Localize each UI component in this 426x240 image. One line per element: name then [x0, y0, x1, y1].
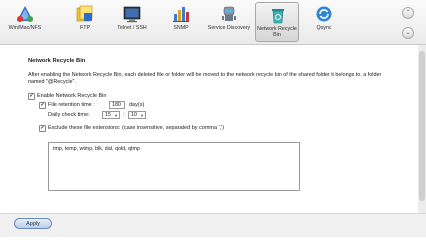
- tab-label: FTP: [79, 25, 90, 31]
- tab-win-mac-nfs[interactable]: Win/Mac/NFS: [3, 2, 47, 42]
- vertical-scrollbar[interactable]: [418, 45, 426, 213]
- enable-recycle-bin-label: Enable Network Recycle Bin: [37, 93, 107, 99]
- apply-button[interactable]: Apply: [14, 218, 52, 229]
- section-title: Network Recycle Bin: [28, 58, 86, 64]
- file-retention-label: File retention time :: [48, 102, 95, 108]
- chevron-down-icon: ⌄: [405, 30, 411, 36]
- description-text: After enabling the Network Recycle Bin, …: [28, 72, 382, 85]
- file-retention-checkbox[interactable]: ✓: [39, 102, 46, 109]
- ftp-folder-icon: [76, 5, 93, 22]
- daily-check-label: Daily check time:: [48, 112, 90, 118]
- checkmark-icon: ✓: [29, 93, 34, 99]
- network-services-icon: [17, 6, 33, 22]
- toolbar: Win/Mac/NFS FTP Telnet / SSH SNMP Servic…: [0, 0, 426, 45]
- checkmark-icon: ✓: [40, 125, 45, 131]
- tab-label: Network Recycle Bin: [257, 26, 297, 39]
- dropdown-arrow-icon: ▼: [114, 113, 118, 118]
- footer-bar: Apply: [0, 213, 426, 237]
- check-minute-value: 10: [131, 112, 137, 118]
- check-minute-select[interactable]: 10 ▼: [128, 111, 146, 119]
- extensions-textarea[interactable]: tmp, temp, wtmp, blk, dat, qold, qtmp: [48, 142, 300, 191]
- tab-label: Qsync: [316, 25, 332, 31]
- tab-network-recycle-bin[interactable]: Network Recycle Bin: [255, 2, 299, 42]
- tab-label: Telnet / SSH: [117, 25, 147, 31]
- recycle-bin-icon: [272, 9, 284, 24]
- tab-qsync[interactable]: Qsync: [302, 2, 346, 42]
- service-discovery-robot-icon: [222, 6, 236, 21]
- tab-service-discovery[interactable]: Service Discovery: [207, 2, 251, 42]
- tab-snmp[interactable]: SNMP: [159, 2, 203, 42]
- retention-unit-label: day(s): [129, 102, 145, 108]
- toolbar-scroll-up-button[interactable]: ⌃: [402, 7, 414, 19]
- tab-label: SNMP: [173, 25, 189, 31]
- qsync-icon: [316, 6, 332, 22]
- scrollbar-thumb[interactable]: [419, 51, 425, 201]
- tab-ftp[interactable]: FTP: [63, 2, 107, 42]
- toolbar-scroll-down-button[interactable]: ⌄: [402, 27, 414, 39]
- terminal-icon: [123, 6, 141, 23]
- dropdown-arrow-icon: ▼: [140, 113, 144, 118]
- tab-label: Service Discovery: [207, 25, 251, 31]
- check-hour-value: 15: [105, 112, 111, 118]
- time-separator: :: [123, 112, 125, 118]
- tab-telnet-ssh[interactable]: Telnet / SSH: [110, 2, 154, 42]
- checkmark-icon: ✓: [40, 102, 45, 108]
- check-hour-select[interactable]: 15 ▼: [102, 111, 120, 119]
- retention-days-input[interactable]: 180: [109, 101, 125, 109]
- snmp-chart-icon: [173, 7, 189, 22]
- exclude-extensions-label: Exclude these file extensions: (case ins…: [48, 125, 225, 131]
- enable-recycle-bin-checkbox[interactable]: ✓: [28, 93, 35, 100]
- exclude-extensions-checkbox[interactable]: ✓: [39, 125, 46, 132]
- tab-label: Win/Mac/NFS: [8, 25, 42, 31]
- chevron-up-icon: ⌃: [405, 10, 411, 16]
